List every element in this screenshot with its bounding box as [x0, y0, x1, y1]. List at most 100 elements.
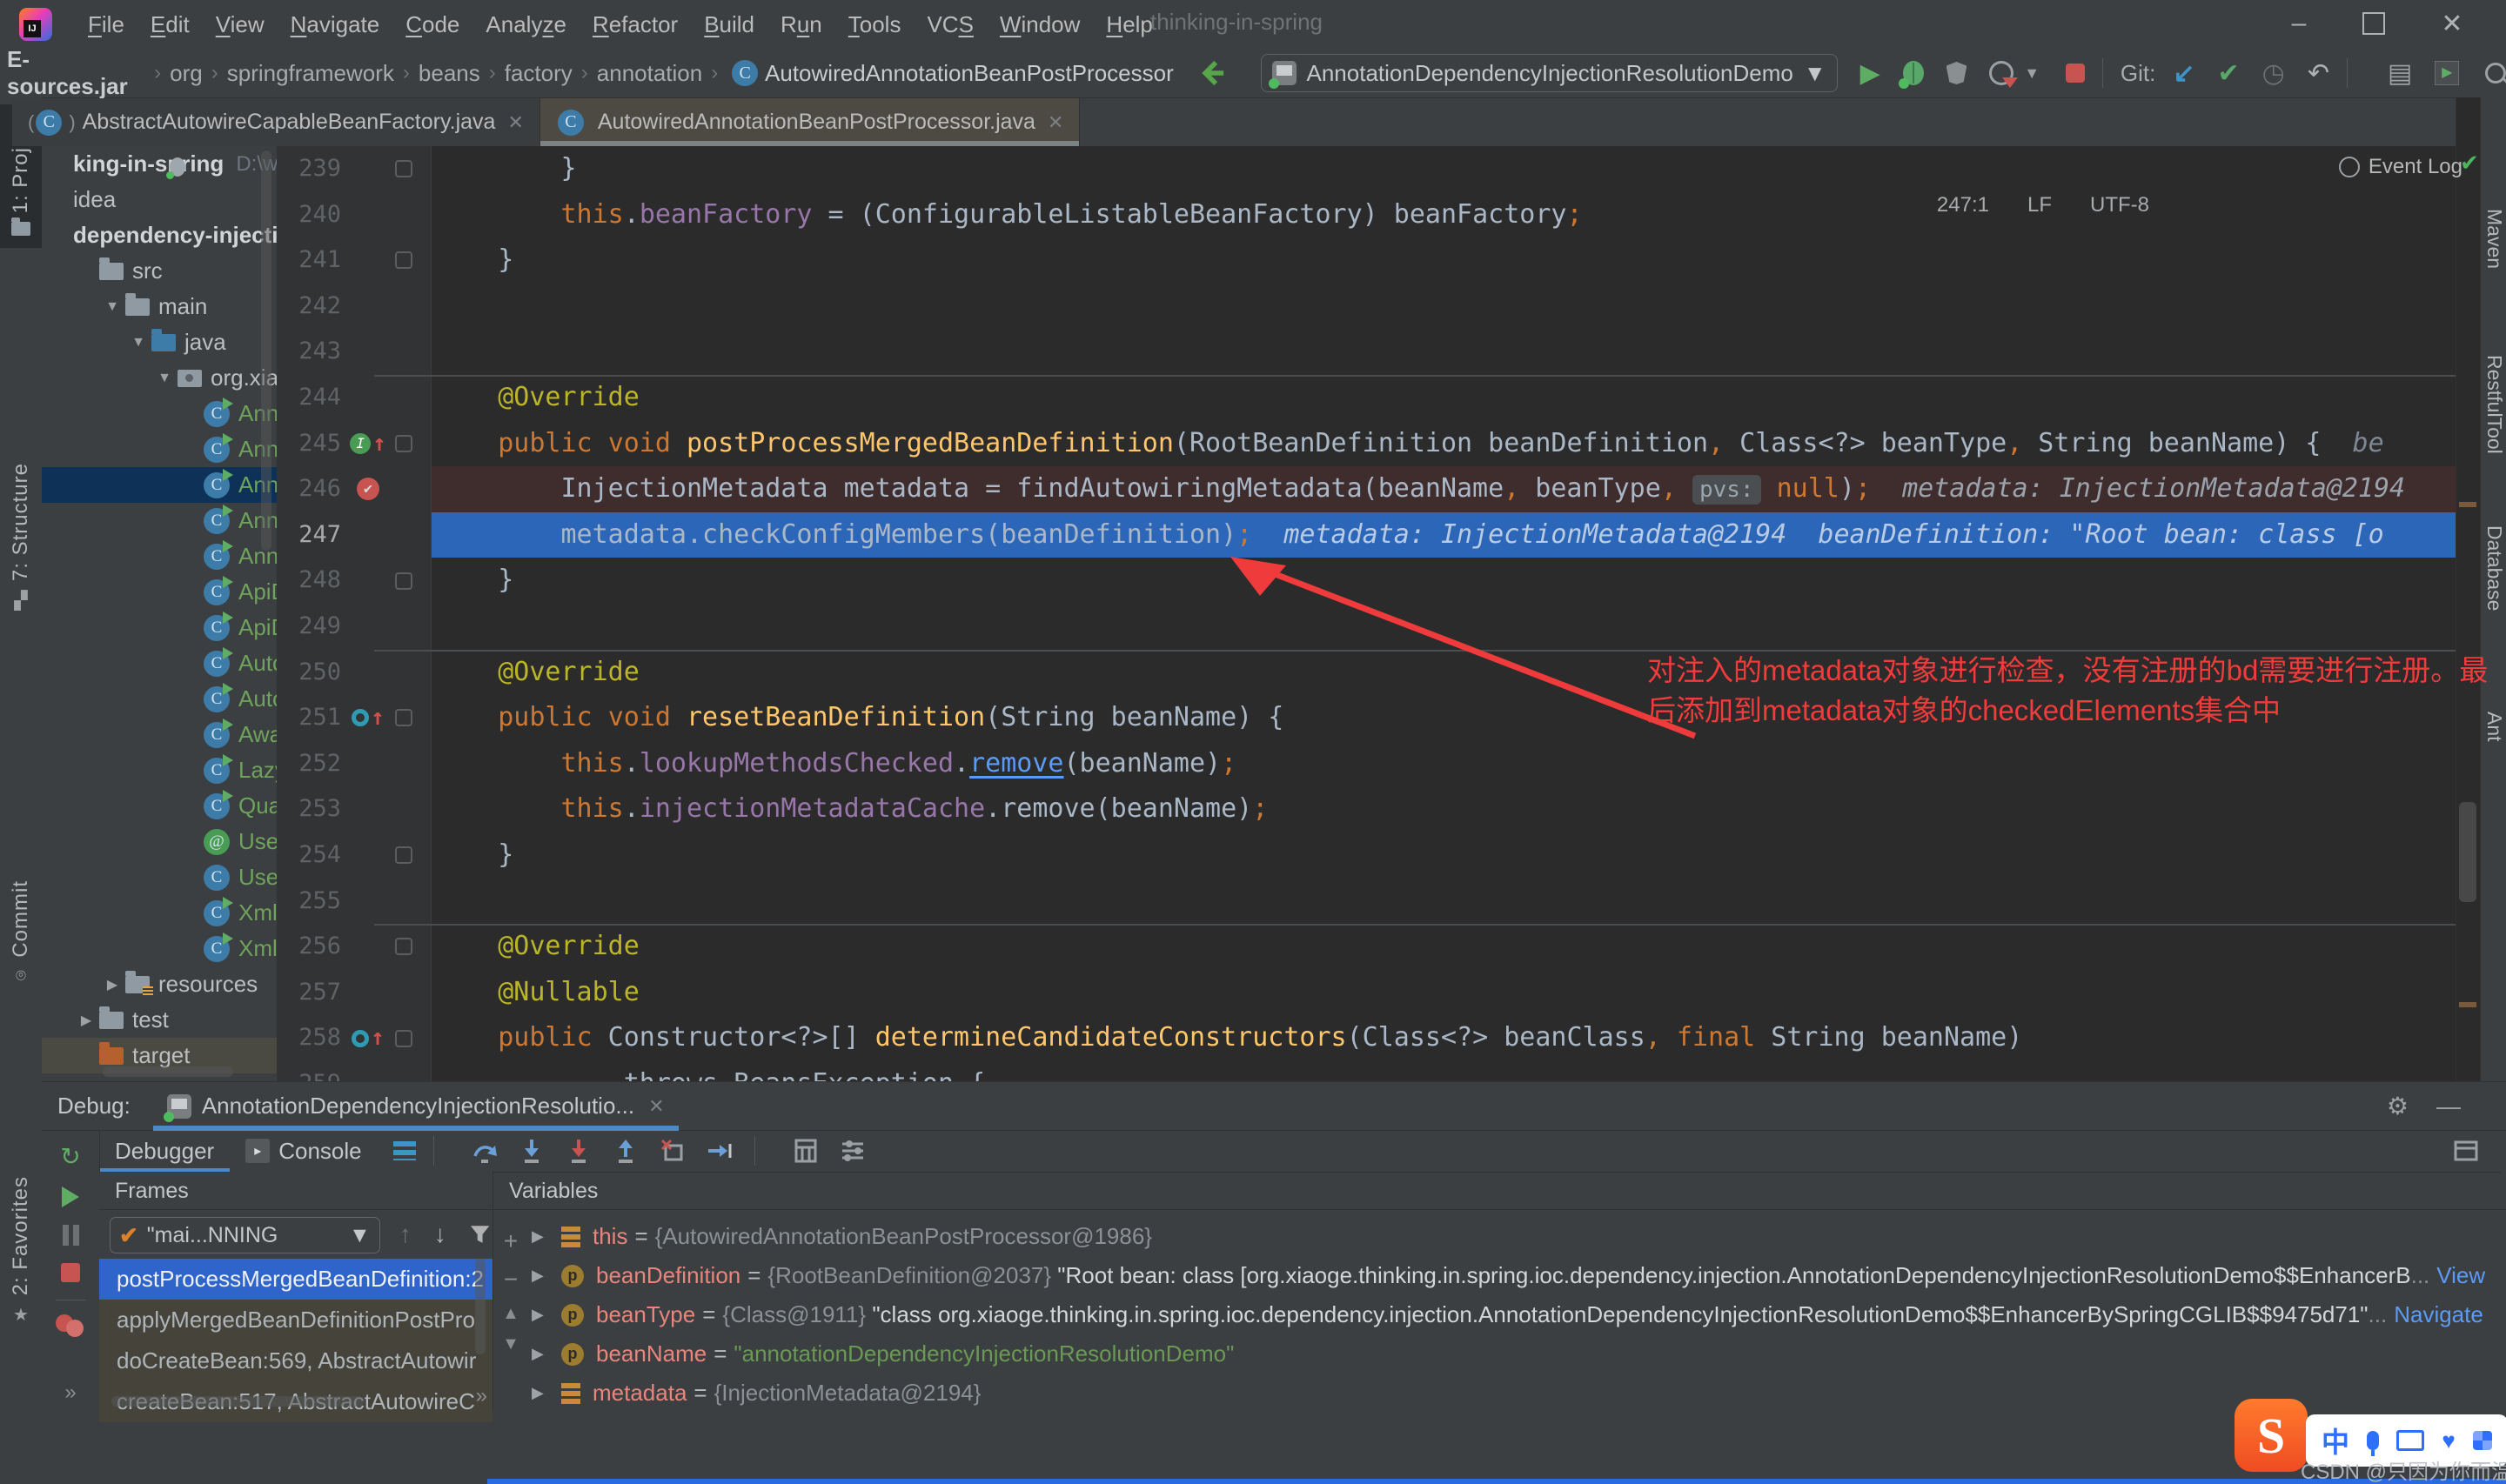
- editor-error-stripe[interactable]: ✔: [2456, 97, 2481, 1081]
- code-line-247[interactable]: 247 metadata.checkConfigMembers(beanDefi…: [277, 512, 2456, 558]
- move-down-icon[interactable]: ▼: [502, 1334, 519, 1354]
- maximize-button[interactable]: [2341, 0, 2407, 47]
- frame-down-icon[interactable]: ↓: [434, 1220, 446, 1248]
- tree-item-xmldepe[interactable]: CXmlDepe: [42, 895, 277, 931]
- menu-item-build[interactable]: Build: [691, 11, 767, 38]
- code-line-249[interactable]: 249: [277, 604, 2456, 650]
- tree-item-lazyann[interactable]: CLazyAnn: [42, 752, 277, 788]
- frame-row[interactable]: applyMergedBeanDefinitionPostPro: [99, 1300, 492, 1340]
- search-everywhere-icon[interactable]: [2485, 63, 2506, 84]
- code-line-242[interactable]: 242: [277, 284, 2456, 330]
- run-configuration-select[interactable]: AnnotationDependencyInjectionResolutionD…: [1261, 54, 1838, 92]
- tree-arrow-icon[interactable]: ▼: [99, 299, 125, 315]
- breadcrumb-item[interactable]: E-sources.jar: [7, 46, 145, 100]
- menu-item-navigate[interactable]: Navigate: [278, 11, 393, 38]
- breadcrumb-item[interactable]: org: [170, 60, 203, 87]
- menu-item-run[interactable]: Run: [767, 11, 835, 38]
- tree-item-awareint[interactable]: CAwareInt: [42, 717, 277, 752]
- close-button[interactable]: ✕: [2419, 0, 2485, 47]
- step-into-icon[interactable]: [518, 1137, 546, 1165]
- git-rollback-button[interactable]: ↶: [2308, 58, 2329, 89]
- breadcrumb-item[interactable]: annotation: [597, 60, 702, 87]
- tool-button-database[interactable]: Database: [2483, 525, 2506, 611]
- add-watch-icon[interactable]: +: [504, 1227, 518, 1255]
- force-step-into-icon[interactable]: [565, 1137, 593, 1165]
- build-project-button[interactable]: ▤: [2388, 58, 2412, 89]
- tree-item-userhold[interactable]: CUserHold: [42, 859, 277, 895]
- hide-panel-icon[interactable]: —: [2436, 1093, 2461, 1120]
- profiler-chevron-icon[interactable]: ▼: [2024, 64, 2040, 83]
- menu-item-refactor[interactable]: Refactor: [580, 11, 691, 38]
- stop-button[interactable]: [2066, 64, 2085, 83]
- fold-marker-icon[interactable]: [395, 160, 412, 177]
- breadcrumb-item[interactable]: factory: [505, 60, 573, 87]
- tool-button-restfultool[interactable]: RestfulTool: [2483, 355, 2506, 454]
- variable-row-metadata[interactable]: ▶metadata={InjectionMetadata@2194}: [532, 1374, 2498, 1413]
- tree-item-apidepe[interactable]: CApiDepe: [42, 574, 277, 610]
- tree-item-xmldepe[interactable]: CXmlDepe: [42, 931, 277, 966]
- code-editor[interactable]: 239 }240 this.beanFactory = (Configurabl…: [277, 146, 2456, 1081]
- tree-item-usergrou[interactable]: @UserGrou: [42, 824, 277, 859]
- variable-row-beanName[interactable]: ▶pbeanName= "annotationDependencyInjecti…: [532, 1334, 2498, 1374]
- caret-position[interactable]: 247:1: [1937, 193, 1989, 217]
- expand-icon[interactable]: ▶: [532, 1267, 561, 1285]
- frame-row[interactable]: postProcessMergedBeanDefinition:2: [99, 1259, 492, 1300]
- frames-hscrollbar[interactable]: [111, 1396, 364, 1407]
- filter-icon[interactable]: [467, 1221, 492, 1247]
- menu-item-analyze[interactable]: Analyze: [472, 11, 580, 38]
- expand-icon[interactable]: ▶: [532, 1345, 561, 1363]
- variable-row-this[interactable]: ▶this={AutowiredAnnotationBeanPostProces…: [532, 1217, 2498, 1256]
- gear-icon[interactable]: ⚙: [2387, 1092, 2409, 1120]
- frame-row[interactable]: doCreateBean:569, AbstractAutowir: [99, 1340, 492, 1381]
- tree-item-annotati[interactable]: CAnnotati: [42, 431, 277, 467]
- fold-marker-icon[interactable]: [395, 1030, 412, 1047]
- breadcrumb-item[interactable]: springframework: [227, 60, 394, 87]
- tree-item-qualifier[interactable]: CQualifier: [42, 788, 277, 824]
- frame-up-icon[interactable]: ↑: [399, 1220, 412, 1248]
- tree-item-resources[interactable]: ▶resources: [42, 966, 277, 1002]
- drop-frame-icon[interactable]: [659, 1137, 687, 1165]
- thread-selector[interactable]: ✔ "mai...NNING ▼: [110, 1217, 380, 1253]
- expand-icon[interactable]: ▶: [532, 1227, 561, 1246]
- tree-item-annotati[interactable]: CAnnotati: [42, 538, 277, 574]
- overrides-icon[interactable]: [352, 709, 369, 726]
- coverage-button[interactable]: [1947, 62, 1967, 84]
- fold-marker-icon[interactable]: [395, 435, 412, 452]
- breakpoint-icon[interactable]: ✔: [357, 478, 379, 500]
- tool-button-commit[interactable]: Commit⌾: [0, 880, 42, 986]
- tree-item-king-in-spring[interactable]: king-in-springD:\wor: [42, 146, 277, 182]
- tree-item-dependency-injection[interactable]: dependency-injection: [42, 217, 277, 253]
- code-line-252[interactable]: 252 this.lookupMethodsChecked.remove(bea…: [277, 741, 2456, 787]
- resume-icon[interactable]: [62, 1187, 79, 1207]
- overrides-icon[interactable]: [352, 1030, 369, 1047]
- pause-icon[interactable]: [63, 1225, 79, 1246]
- implements-icon[interactable]: I: [350, 433, 371, 454]
- tree-item-apidepe[interactable]: CApiDepe: [42, 610, 277, 645]
- menu-item-vcs[interactable]: VCS: [914, 11, 986, 38]
- more-icon[interactable]: »: [476, 1384, 487, 1408]
- run-button[interactable]: ▶: [1860, 58, 1880, 89]
- menu-item-tools[interactable]: Tools: [835, 11, 915, 38]
- code-line-245[interactable]: 245I↑ public void postProcessMergedBeanD…: [277, 421, 2456, 467]
- move-up-icon[interactable]: ▲: [502, 1304, 519, 1324]
- fold-marker-icon[interactable]: [395, 938, 412, 955]
- menu-item-code[interactable]: Code: [392, 11, 472, 38]
- tree-item-src[interactable]: src: [42, 253, 277, 289]
- code-line-253[interactable]: 253 this.injectionMetadataCache.remove(b…: [277, 786, 2456, 832]
- frames-scrollbar[interactable]: [475, 1259, 486, 1354]
- tree-hscrollbar[interactable]: [103, 1066, 233, 1077]
- tree-item-org.xiaoge.t[interactable]: ▼org.xiaoge.t: [42, 360, 277, 396]
- menu-item-window[interactable]: Window: [987, 11, 1093, 38]
- code-line-254[interactable]: 254 }: [277, 832, 2456, 879]
- debug-session-tab[interactable]: AnnotationDependencyInjectionResolutio..…: [153, 1082, 679, 1130]
- line-ending[interactable]: LF: [2027, 193, 2052, 217]
- threads-view-icon[interactable]: [393, 1141, 416, 1160]
- tree-item-annotati[interactable]: CAnnotati: [42, 396, 277, 431]
- menu-item-view[interactable]: View: [203, 11, 278, 38]
- tree-item-autowiri[interactable]: CAutowiri: [42, 645, 277, 681]
- code-line-244[interactable]: 244 @Override: [277, 375, 2456, 421]
- git-history-button[interactable]: ◷: [2262, 58, 2285, 89]
- fold-marker-icon[interactable]: [395, 251, 412, 269]
- code-line-246[interactable]: 246✔ InjectionMetadata metadata = findAu…: [277, 466, 2456, 512]
- fold-marker-icon[interactable]: [395, 709, 412, 726]
